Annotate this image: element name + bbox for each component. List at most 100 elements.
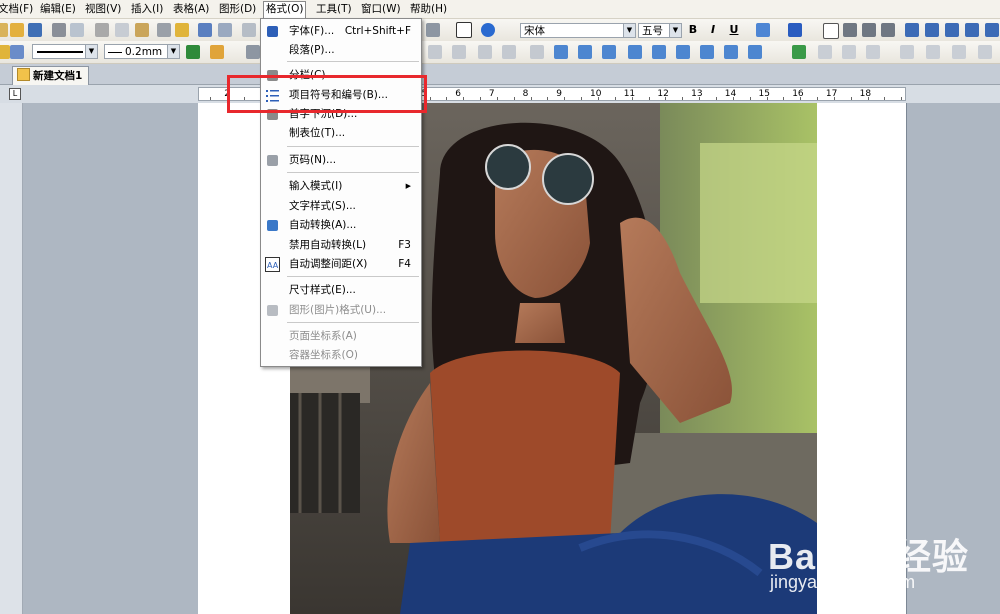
paragraph-mark-icon[interactable] (456, 22, 472, 38)
ruler-tick (682, 97, 684, 100)
align-right-icon[interactable] (862, 23, 876, 37)
object-icon[interactable] (866, 45, 880, 59)
font-name-select[interactable]: 宋体 ▼ (520, 23, 636, 38)
object-icon[interactable] (652, 45, 666, 59)
menu-help[interactable]: 帮助(H) (410, 2, 447, 16)
ruler-number: 17 (825, 89, 838, 99)
save-icon[interactable] (28, 23, 42, 37)
line-style-select[interactable]: ▼ (32, 44, 98, 59)
undo-icon[interactable] (198, 23, 212, 37)
copy-icon[interactable] (115, 23, 129, 37)
underline-button[interactable]: U (727, 23, 741, 37)
bold-button[interactable]: B (686, 23, 700, 37)
font-color-icon[interactable] (788, 23, 802, 37)
format-menu-item-label: 禁用自动转换(L) (289, 239, 367, 251)
align-center-icon[interactable] (843, 23, 857, 37)
ruler-tick (732, 97, 734, 100)
object-icon[interactable] (578, 45, 592, 59)
new-document-icon[interactable] (0, 23, 8, 37)
print-icon[interactable] (52, 23, 66, 37)
print-preview-icon[interactable] (70, 23, 84, 37)
object-icon[interactable] (818, 45, 832, 59)
font-size-value: 五号 (642, 25, 663, 37)
format-menu-item[interactable]: AA 自动调整间距(X) F4 (261, 255, 421, 274)
ruler-tick (446, 97, 448, 100)
line-spacing-icon[interactable] (985, 23, 999, 37)
justify-icon[interactable] (881, 23, 895, 37)
format-menu-item[interactable]: 制表位(T)... (261, 124, 421, 143)
numbered-list-icon[interactable] (905, 23, 919, 37)
pencil-icon[interactable] (0, 45, 10, 59)
ruler-tick (429, 97, 431, 100)
delete-icon[interactable] (157, 23, 171, 37)
open-folder-icon[interactable] (10, 23, 24, 37)
format-menu-item[interactable]: 段落(P)... (261, 41, 421, 60)
menu-separator (287, 146, 419, 147)
ruler-tick (901, 97, 903, 100)
fill-color-icon[interactable] (210, 45, 224, 59)
format-menu-item[interactable]: 尺寸样式(E)... (261, 281, 421, 300)
menu-format[interactable]: 格式(O) (263, 1, 307, 19)
object-icon[interactable] (602, 45, 616, 59)
bulleted-list-icon[interactable] (925, 23, 939, 37)
font-size-select[interactable]: 五号 ▼ (638, 23, 682, 38)
chevron-down-icon: ▼ (85, 45, 97, 58)
object-icon[interactable] (748, 45, 762, 59)
decrease-indent-icon[interactable] (945, 23, 959, 37)
increase-indent-icon[interactable] (965, 23, 979, 37)
submenu-arrow-icon: ▶ (405, 182, 411, 190)
line-width-select[interactable]: 0.2mm ▼ (104, 44, 180, 59)
help-icon[interactable] (481, 23, 495, 37)
object-icon[interactable] (926, 45, 940, 59)
format-menu-item[interactable]: 输入模式(I) ▶ (261, 177, 421, 196)
format-menu-item[interactable]: 禁用自动转换(L) F3 (261, 236, 421, 255)
format-menu-item[interactable]: 页码(N)... (261, 151, 421, 170)
format-menu-item[interactable]: 文字样式(S)... (261, 197, 421, 216)
cut-icon[interactable] (95, 23, 109, 37)
superscript-icon[interactable] (756, 23, 770, 37)
format-menu-item[interactable]: 自动转换(A)... (261, 216, 421, 235)
menu-insert[interactable]: 插入(I) (131, 2, 163, 16)
object-icon[interactable] (842, 45, 856, 59)
paste-icon[interactable] (135, 23, 149, 37)
object-icon[interactable] (792, 45, 806, 59)
table-icon[interactable] (478, 45, 492, 59)
object-icon[interactable] (900, 45, 914, 59)
menu-window[interactable]: 窗口(W) (361, 2, 401, 16)
highlight-box (227, 75, 427, 113)
table-icon[interactable] (452, 45, 466, 59)
object-icon[interactable] (978, 45, 992, 59)
redo-icon[interactable] (218, 23, 232, 37)
format-menu-item-label: 页面坐标系(A) (289, 330, 357, 342)
format-painter-icon[interactable] (175, 23, 189, 37)
menu-tools[interactable]: 工具(T) (316, 2, 352, 16)
line-color-icon[interactable] (186, 45, 200, 59)
edit-icon[interactable] (10, 45, 24, 59)
menu-document[interactable]: 文档(F) (0, 2, 33, 16)
object-icon[interactable] (724, 45, 738, 59)
format-menu-item[interactable]: 字体(F)... Ctrl+Shift+F (261, 22, 421, 41)
menu-edit[interactable]: 编辑(E) (40, 2, 76, 16)
object-icon[interactable] (554, 45, 568, 59)
menu-table[interactable]: 表格(A) (173, 2, 209, 16)
object-icon[interactable] (952, 45, 966, 59)
align-left-icon[interactable] (823, 23, 839, 39)
table-icon[interactable] (428, 45, 442, 59)
shape-icon[interactable] (246, 45, 260, 59)
object-icon[interactable] (628, 45, 642, 59)
ruler-number: 18 (859, 89, 872, 99)
object-icon[interactable] (700, 45, 714, 59)
menu-graphics[interactable]: 图形(D) (219, 2, 256, 16)
punctuation-icon[interactable] (426, 23, 440, 37)
find-icon[interactable] (242, 23, 256, 37)
watermark-url: jingyan.baidu.com (770, 572, 916, 592)
italic-button[interactable]: I (706, 23, 720, 37)
object-icon[interactable] (676, 45, 690, 59)
font-name-value: 宋体 (524, 25, 545, 37)
vertical-ruler[interactable] (0, 103, 23, 614)
table-icon[interactable] (502, 45, 516, 59)
document-tab[interactable]: 新建文档1 (12, 66, 90, 85)
menu-view[interactable]: 视图(V) (85, 2, 121, 16)
table-icon[interactable] (530, 45, 544, 59)
tab-stop-selector[interactable]: L (9, 88, 21, 100)
